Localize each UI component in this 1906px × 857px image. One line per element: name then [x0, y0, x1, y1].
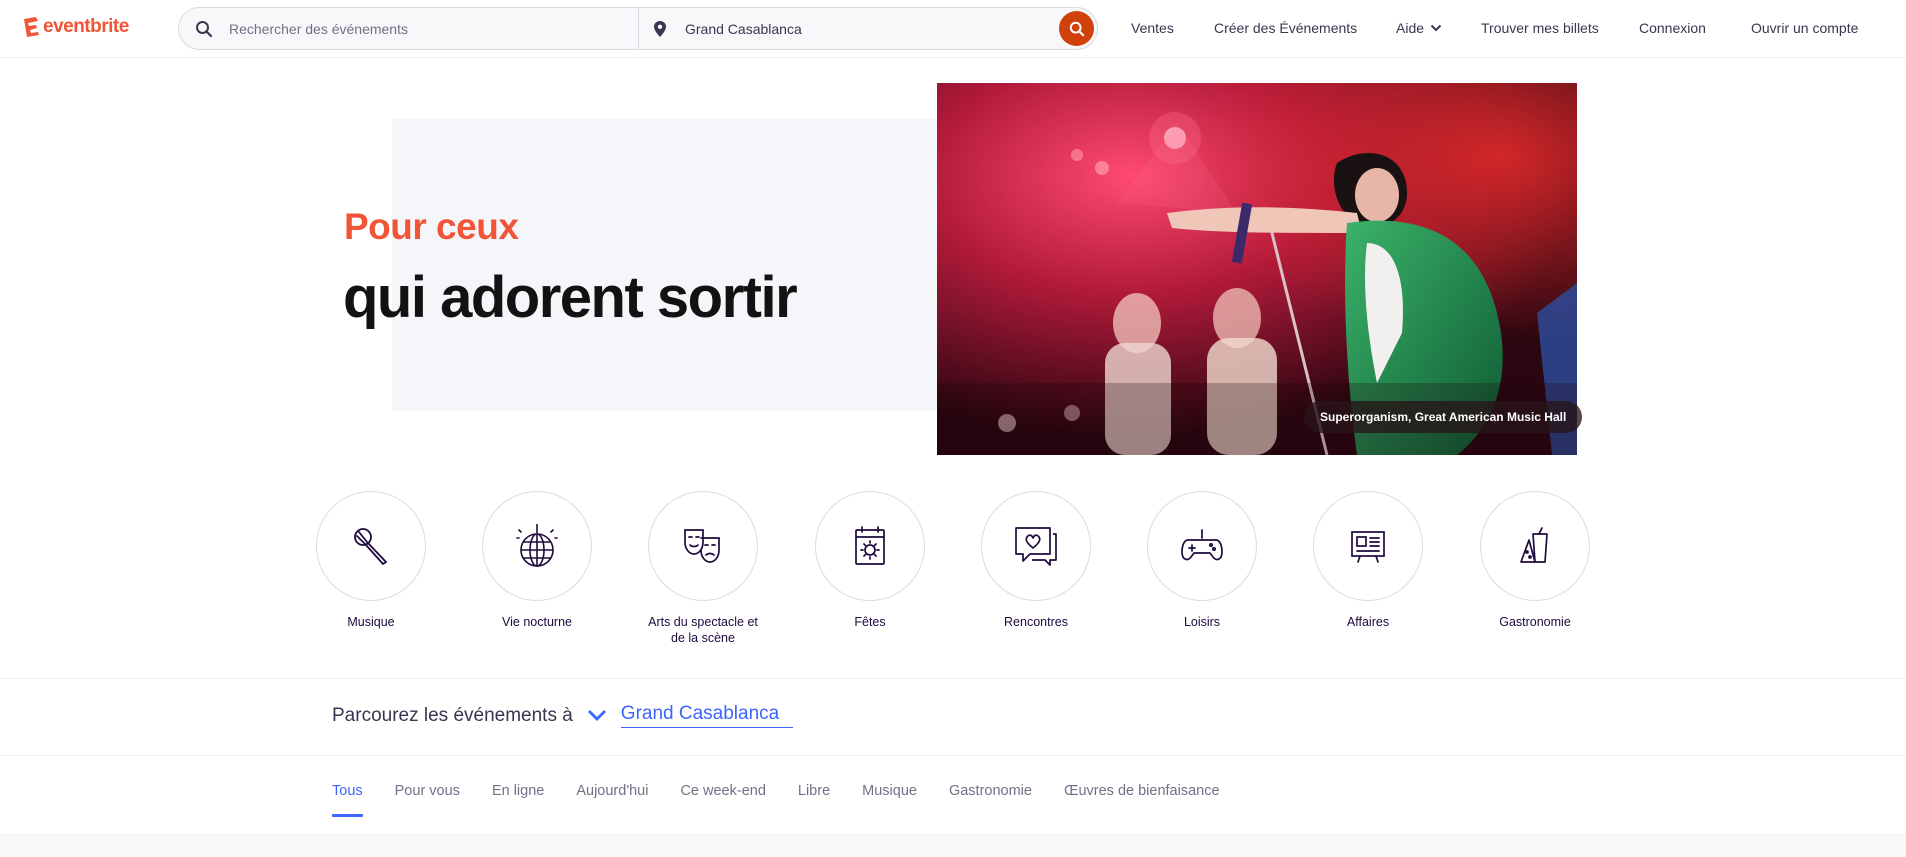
nav-login-link[interactable]: Connexion: [1639, 20, 1706, 36]
tab-online[interactable]: En ligne: [492, 783, 544, 817]
header-nav: Trouver mes billets: [1481, 0, 1599, 56]
browse-location-select[interactable]: Grand Casablanca: [620, 703, 794, 728]
tab-this-weekend[interactable]: Ce week-end: [680, 783, 765, 817]
tab-charity[interactable]: Œuvres de bienfaisance: [1064, 783, 1220, 817]
event-search: [179, 8, 639, 49]
nav-signup-link[interactable]: Ouvrir un compte: [1751, 20, 1858, 36]
category-food-drink[interactable]: Gastronomie: [1465, 491, 1605, 630]
concert-photo-illustration: [937, 83, 1577, 455]
tab-music[interactable]: Musique: [862, 783, 917, 817]
category-label: Affaires: [1346, 615, 1390, 629]
nav-sell-link[interactable]: Ventes: [1131, 20, 1174, 36]
tab-food-drink[interactable]: Gastronomie: [949, 783, 1032, 817]
presentation-board-icon: [1351, 531, 1385, 563]
hero-subtitle: Pour ceux: [344, 206, 519, 247]
category-circle: [1147, 491, 1257, 601]
content-area-start: [0, 833, 1906, 857]
header-nav: Aide: [1396, 0, 1442, 56]
category-circle: [316, 491, 426, 601]
header-nav: Créer des Événements: [1214, 0, 1357, 56]
category-label: Loisirs: [1183, 615, 1221, 629]
calendar-sun-icon: [855, 526, 885, 565]
chevron-down-icon: [587, 709, 606, 721]
search-button[interactable]: [1059, 11, 1094, 46]
eventbrite-logo[interactable]: eventbrite: [22, 14, 129, 40]
food-drink-icon: [1520, 527, 1548, 563]
hero-concert-image: [937, 83, 1577, 455]
category-label: Musique: [347, 615, 395, 629]
category-circle: [815, 491, 925, 601]
hero-title: qui adorent sortir: [343, 265, 798, 330]
browse-location-row: Parcourez les événements à Grand Casabla…: [332, 703, 794, 728]
header-nav: Connexion: [1639, 0, 1706, 56]
header-nav: Ouvrir un compte: [1751, 0, 1858, 56]
eventbrite-e-icon: [24, 17, 39, 37]
category-circle: [648, 491, 758, 601]
category-label: Arts du spectacle et de la scène: [648, 615, 758, 645]
browse-label: Parcourez les événements à: [332, 704, 573, 726]
category-circle: [482, 491, 592, 601]
tab-for-you[interactable]: Pour vous: [395, 783, 460, 817]
category-dating[interactable]: Rencontres: [966, 491, 1106, 630]
tab-today[interactable]: Aujourd'hui: [576, 783, 648, 817]
search-bar: [178, 7, 1098, 50]
section-divider: [0, 755, 1906, 756]
gamepad-icon: [1181, 529, 1223, 561]
category-music[interactable]: Musique: [301, 491, 441, 630]
category-label: Gastronomie: [1499, 615, 1571, 629]
location-input[interactable]: [685, 20, 1045, 37]
tab-free[interactable]: Libre: [798, 783, 830, 817]
image-caption: Superorganism, Great American Music Hall: [1304, 401, 1583, 433]
tab-all[interactable]: Tous: [332, 783, 363, 817]
disco-ball-icon: [516, 524, 558, 567]
nav-help-menu[interactable]: Aide: [1396, 20, 1442, 36]
logo-text: eventbrite: [43, 16, 129, 37]
category-hobbies[interactable]: Loisirs: [1132, 491, 1272, 630]
search-icon: [1069, 21, 1084, 36]
category-label: Fêtes: [854, 615, 886, 629]
microphone-icon: [354, 528, 387, 565]
top-navbar: eventbrite Ventes Cr: [0, 0, 1906, 58]
search-icon: [196, 20, 213, 37]
category-circle: [981, 491, 1091, 601]
category-holidays[interactable]: Fêtes: [800, 491, 940, 630]
location-pin-icon: [654, 20, 666, 37]
chat-heart-icon: [1015, 527, 1057, 566]
section-divider: [0, 678, 1906, 679]
location-search: [639, 8, 1097, 49]
nav-create-events-link[interactable]: Créer des Événements: [1214, 20, 1357, 36]
theater-masks-icon: [684, 529, 720, 563]
category-circle: [1480, 491, 1590, 601]
category-circle: [1313, 491, 1423, 601]
category-label: Rencontres: [1004, 615, 1068, 629]
category-business[interactable]: Affaires: [1298, 491, 1438, 630]
category-nightlife[interactable]: Vie nocturne: [467, 491, 607, 630]
nav-find-tickets-link[interactable]: Trouver mes billets: [1481, 20, 1599, 36]
chevron-down-icon: [1430, 24, 1442, 32]
category-label: Vie nocturne: [502, 615, 572, 629]
event-filter-tabs: Tous Pour vous En ligne Aujourd'hui Ce w…: [332, 783, 1252, 819]
category-performing-arts[interactable]: Arts du spectacle et de la scène: [633, 491, 773, 646]
header-nav: Ventes: [1131, 0, 1174, 56]
search-input[interactable]: [229, 20, 589, 37]
nav-help-label: Aide: [1396, 20, 1425, 36]
location-dropdown-toggle[interactable]: [587, 709, 607, 723]
